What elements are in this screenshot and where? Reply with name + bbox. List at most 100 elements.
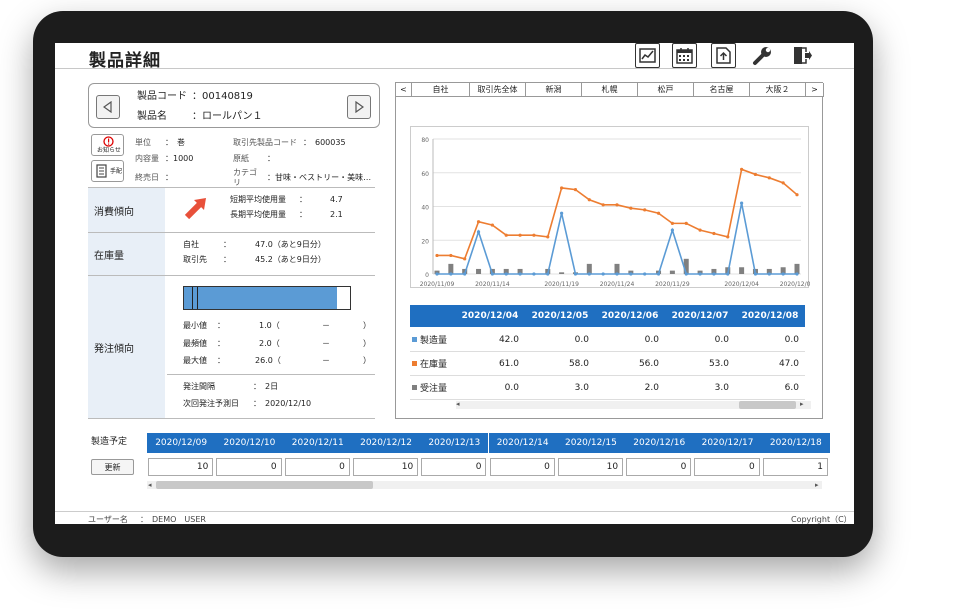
- notice-button[interactable]: お知らせ: [91, 134, 124, 156]
- detail-cell: 6.0: [735, 376, 805, 400]
- schedule-quantity-input[interactable]: 10: [352, 458, 419, 476]
- data-point: [601, 203, 605, 207]
- legend-swatch: [412, 337, 417, 342]
- data-point: [740, 201, 744, 205]
- content-label: 内容量: [135, 154, 159, 163]
- schedule-date-header: 2020/12/14: [488, 433, 557, 453]
- order-range-fill: [184, 287, 337, 309]
- detail-scroll-thumb[interactable]: [739, 401, 796, 409]
- x-tick-label: 2020/11/24: [600, 281, 635, 288]
- order-min-dash: －: [322, 321, 330, 330]
- order-min-label: 最小値: [183, 321, 207, 330]
- data-point: [560, 186, 564, 190]
- x-tick-label: 2020/11/29: [655, 281, 690, 288]
- prev-product-button[interactable]: [96, 95, 120, 119]
- handbook-button[interactable]: 手配: [91, 160, 124, 182]
- data-point: [601, 272, 605, 276]
- data-point: [726, 235, 730, 239]
- data-point: [435, 272, 439, 276]
- x-tick-label: 2020/11/09: [420, 281, 455, 288]
- detail-row-label-text: 製造量: [420, 336, 448, 346]
- upload-icon[interactable]: [711, 43, 736, 68]
- location-tab[interactable]: 札幌: [582, 83, 638, 97]
- schedule-scroll-thumb[interactable]: [156, 481, 373, 489]
- scroll-right-icon[interactable]: ▸: [800, 401, 804, 408]
- location-tab[interactable]: 新潟: [526, 83, 582, 97]
- order-min-marker: [192, 287, 193, 309]
- exit-icon[interactable]: [790, 43, 815, 68]
- detail-cell: 47.0: [735, 352, 805, 376]
- detail-scrollbar[interactable]: [456, 401, 811, 409]
- order-label: 発注傾向: [94, 343, 134, 355]
- data-point: [767, 176, 771, 180]
- schedule-quantity-input[interactable]: 0: [626, 458, 692, 476]
- long-avg-label: 長期平均使用量: [230, 210, 286, 219]
- schedule-quantity-input[interactable]: 0: [216, 458, 282, 476]
- schedule-quantity-input[interactable]: 0: [421, 458, 487, 476]
- material-label: 原紙: [233, 154, 249, 163]
- location-tab[interactable]: 大阪２: [750, 83, 806, 97]
- data-point: [463, 257, 467, 261]
- trend-chart-svg: 0 20 40 60 80 2020/11/09 2020/11/14 2020/11/19 2…: [420, 137, 815, 288]
- schedule-quantity-input[interactable]: 0: [694, 458, 760, 476]
- supplier-code-label: 取引先製品コード: [233, 138, 297, 147]
- detail-cell: 0.0: [735, 328, 805, 352]
- data-point: [781, 272, 785, 276]
- y-tick-label: 0: [425, 272, 429, 279]
- stock-own-colon: ：: [223, 240, 231, 249]
- detail-cell: 0.0: [665, 328, 735, 352]
- supplier-code-value: ： 600035: [303, 138, 346, 147]
- schedule-quantity-input[interactable]: 0: [489, 458, 555, 476]
- stock-own-value: 47.0（あと9日分）: [255, 240, 326, 249]
- data-point: [753, 172, 758, 177]
- unit-label: 単位: [135, 138, 151, 147]
- schedule-quantity-input[interactable]: 10: [148, 458, 214, 476]
- data-point: [587, 272, 591, 276]
- schedule-date-header: 2020/12/09: [147, 433, 216, 453]
- handbook-label: 手配: [110, 168, 123, 175]
- calendar-icon[interactable]: [672, 43, 697, 68]
- order-mode-dash: －: [322, 339, 330, 348]
- chart-image-icon[interactable]: [635, 43, 660, 68]
- detail-cell: 3.0: [525, 376, 595, 400]
- schedule-quantity-input[interactable]: 0: [284, 458, 350, 476]
- tab-prev-button[interactable]: <: [396, 83, 412, 97]
- header-divider: [55, 68, 854, 69]
- scroll-left-icon[interactable]: ◂: [456, 401, 460, 408]
- schedule-scroll-right-icon[interactable]: ▸: [815, 482, 819, 489]
- data-point: [712, 272, 716, 276]
- data-point: [504, 233, 508, 237]
- content-value: ：1000: [165, 154, 194, 163]
- data-point: [698, 272, 702, 276]
- data-point: [587, 198, 591, 202]
- schedule-quantity-input[interactable]: 10: [557, 458, 624, 476]
- detail-date-header: 2020/12/04: [455, 305, 525, 327]
- order-bar: [739, 267, 745, 274]
- schedule-quantity-input[interactable]: 1: [762, 458, 828, 476]
- schedule-scrollbar[interactable]: [147, 481, 822, 489]
- footer-user-value: ： DEMO USER: [140, 515, 206, 524]
- data-point: [629, 272, 633, 276]
- location-tab[interactable]: 取引先全体: [470, 83, 526, 97]
- location-tab[interactable]: 松戸: [638, 83, 694, 97]
- data-point: [546, 272, 550, 276]
- stock-partner-label: 取引先: [183, 255, 207, 264]
- order-range-bar: [183, 286, 351, 310]
- next-order-label: 次回発注予測日: [183, 399, 239, 408]
- schedule-scroll-left-icon[interactable]: ◂: [148, 482, 152, 489]
- schedule-label: 製造予定: [91, 437, 128, 447]
- y-tick-label: 80: [421, 137, 429, 144]
- update-button[interactable]: 更新: [91, 459, 134, 475]
- legend-swatch: [412, 361, 417, 366]
- order-max-colon: ：: [217, 356, 225, 365]
- location-tab[interactable]: 自社: [412, 83, 470, 97]
- detail-cell: 61.0: [455, 352, 525, 376]
- location-tab[interactable]: 名古屋: [694, 83, 750, 97]
- long-avg-value: 2.1: [330, 210, 343, 219]
- wrench-icon[interactable]: [750, 43, 775, 68]
- next-order-value: ： 2020/12/10: [253, 399, 312, 408]
- detail-cell: 0.0: [525, 328, 595, 352]
- tab-next-button[interactable]: >: [806, 83, 824, 97]
- alert-icon: [103, 136, 114, 147]
- next-product-button[interactable]: [347, 95, 371, 119]
